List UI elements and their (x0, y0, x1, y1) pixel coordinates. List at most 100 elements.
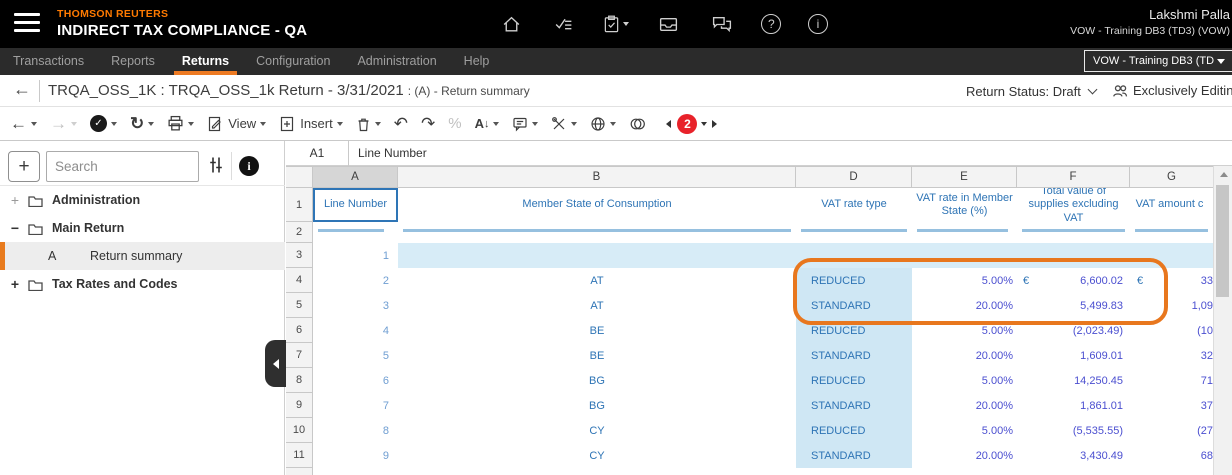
grid-cell[interactable] (1130, 468, 1213, 475)
col-header-D[interactable]: D (796, 166, 912, 188)
grid-cell[interactable]: (2,023.49) (1017, 318, 1130, 343)
grid-cell[interactable]: AT (398, 293, 796, 318)
percent-format-button[interactable]: % (448, 116, 461, 131)
grid-cell[interactable]: CY (398, 418, 796, 443)
grid-cell[interactable] (1017, 243, 1130, 268)
globe-button[interactable] (590, 116, 617, 132)
save-confirm-button[interactable]: ✓ (90, 115, 117, 132)
grid-cell[interactable] (313, 468, 398, 475)
formula-bar[interactable]: Line Number (349, 146, 427, 160)
row-header[interactable]: 2 (286, 222, 313, 243)
redo-button[interactable]: ↷ (421, 115, 435, 132)
grid-cell[interactable]: 5.00% (912, 368, 1017, 393)
grid-cell[interactable]: 1,09 (1130, 293, 1213, 318)
scroll-up-button[interactable] (1214, 166, 1232, 183)
row-header[interactable]: 3 (286, 243, 313, 268)
grid-cell[interactable]: 5,499.83 (1017, 293, 1130, 318)
info-icon[interactable]: i (807, 14, 828, 34)
row-header[interactable]: 7 (286, 343, 313, 368)
environment-selector[interactable]: VOW - Training DB3 (TD (1084, 50, 1232, 72)
grid-cell[interactable]: €6,600.02 (1017, 268, 1130, 293)
next-issue-arrow[interactable] (712, 119, 718, 128)
cell-G1[interactable]: VAT amount c (1130, 188, 1213, 222)
cell-E1[interactable]: VAT rate in Member State (%) (912, 188, 1017, 222)
grid-cell[interactable]: (27 (1130, 418, 1213, 443)
nav-tab-returns[interactable]: Returns (173, 48, 238, 75)
grid-cell[interactable]: 37 (1130, 393, 1213, 418)
corner-cell[interactable] (286, 166, 313, 188)
grid-cell[interactable]: 20.00% (912, 343, 1017, 368)
task-checklist-icon[interactable] (551, 12, 577, 36)
navigate-back-button[interactable]: ← (10, 115, 37, 132)
hamburger-menu-icon[interactable] (14, 13, 40, 35)
issue-dropdown-caret[interactable] (701, 121, 708, 126)
grid-cell[interactable]: 32 (1130, 343, 1213, 368)
delete-button[interactable] (356, 116, 381, 132)
grid-cell[interactable]: 5.00% (912, 268, 1017, 293)
cell-B2[interactable] (398, 222, 796, 243)
grid-cell[interactable]: 1,861.01 (1017, 393, 1130, 418)
col-header-B[interactable]: B (398, 166, 796, 188)
row-header[interactable]: 5 (286, 293, 313, 318)
previous-issue-arrow[interactable] (666, 119, 672, 128)
search-input[interactable] (46, 151, 199, 182)
grid-cell[interactable]: STANDARD (796, 343, 912, 368)
grid-cell[interactable]: STANDARD (796, 443, 912, 468)
cell-E2[interactable] (912, 222, 1017, 243)
home-icon[interactable] (498, 12, 524, 36)
grid-cell[interactable] (1130, 243, 1213, 268)
chat-messages-icon[interactable] (709, 12, 735, 36)
comments-button[interactable] (512, 116, 539, 132)
filter-sliders-icon[interactable] (206, 155, 226, 180)
row-header[interactable]: 12 (286, 468, 313, 475)
nav-tab-transactions[interactable]: Transactions (13, 48, 84, 75)
nav-tab-help[interactable]: Help (464, 48, 490, 75)
clipboard-check-icon[interactable] (603, 12, 630, 36)
grid-cell[interactable]: BG (398, 368, 796, 393)
col-header-E[interactable]: E (912, 166, 1017, 188)
cell-D1[interactable]: VAT rate type (796, 188, 912, 222)
cell-name-box[interactable]: A1 (286, 146, 348, 160)
col-header-F[interactable]: F (1017, 166, 1130, 188)
grid-cell[interactable]: 1 (313, 243, 398, 268)
cell-D2[interactable] (796, 222, 912, 243)
help-icon[interactable]: ? (761, 14, 782, 34)
grid-cell[interactable]: 20.00% (912, 443, 1017, 468)
sidebar-collapse-handle[interactable] (265, 340, 286, 387)
grid-cell[interactable]: 1,609.01 (1017, 343, 1130, 368)
grid-cell[interactable]: STANDARD (796, 293, 912, 318)
grid-cell[interactable] (912, 243, 1017, 268)
info-filled-icon[interactable]: i (239, 156, 259, 176)
grid-cell[interactable] (796, 243, 912, 268)
grid-cell[interactable] (398, 243, 796, 268)
grid-cell[interactable]: €33 (1130, 268, 1213, 293)
row-header[interactable]: 6 (286, 318, 313, 343)
nav-tab-reports[interactable]: Reports (111, 48, 155, 75)
grid-cell[interactable]: (10 (1130, 318, 1213, 343)
grid-cell[interactable]: REDUCED (796, 418, 912, 443)
issue-count-badge[interactable]: 2 (677, 113, 698, 134)
cell-B1[interactable]: Member State of Consumption (398, 188, 796, 222)
tree-node-tax-rates[interactable]: + Tax Rates and Codes (0, 270, 285, 298)
clipboard-dropdown-caret[interactable] (623, 22, 630, 26)
cell-A1-selected[interactable]: Line Number (313, 188, 398, 222)
inbox-tray-icon[interactable] (656, 12, 682, 36)
col-header-G[interactable]: G (1130, 166, 1213, 188)
grid-cell[interactable]: 5.00% (912, 318, 1017, 343)
refresh-button[interactable]: ↻ (130, 115, 155, 132)
grid-cell[interactable]: 5 (313, 343, 398, 368)
collapse-icon[interactable]: − (8, 220, 22, 236)
grid-cell[interactable]: 20.00% (912, 393, 1017, 418)
grid-cell[interactable]: REDUCED (796, 268, 912, 293)
back-arrow-icon[interactable]: ← (13, 79, 31, 100)
grid-cell[interactable]: 4 (313, 318, 398, 343)
grid-cell[interactable]: BG (398, 393, 796, 418)
expand-icon[interactable]: + (8, 276, 22, 292)
cell-F1[interactable]: Total value of supplies excluding VAT (1017, 188, 1130, 222)
row-header[interactable]: 1 (286, 188, 313, 222)
grid-cell[interactable]: REDUCED (796, 368, 912, 393)
grid-cell[interactable]: 6 (313, 368, 398, 393)
undo-button[interactable]: ↶ (394, 115, 408, 132)
grid-cell[interactable]: 14,250.45 (1017, 368, 1130, 393)
grid-cell[interactable]: (5,535.55) (1017, 418, 1130, 443)
